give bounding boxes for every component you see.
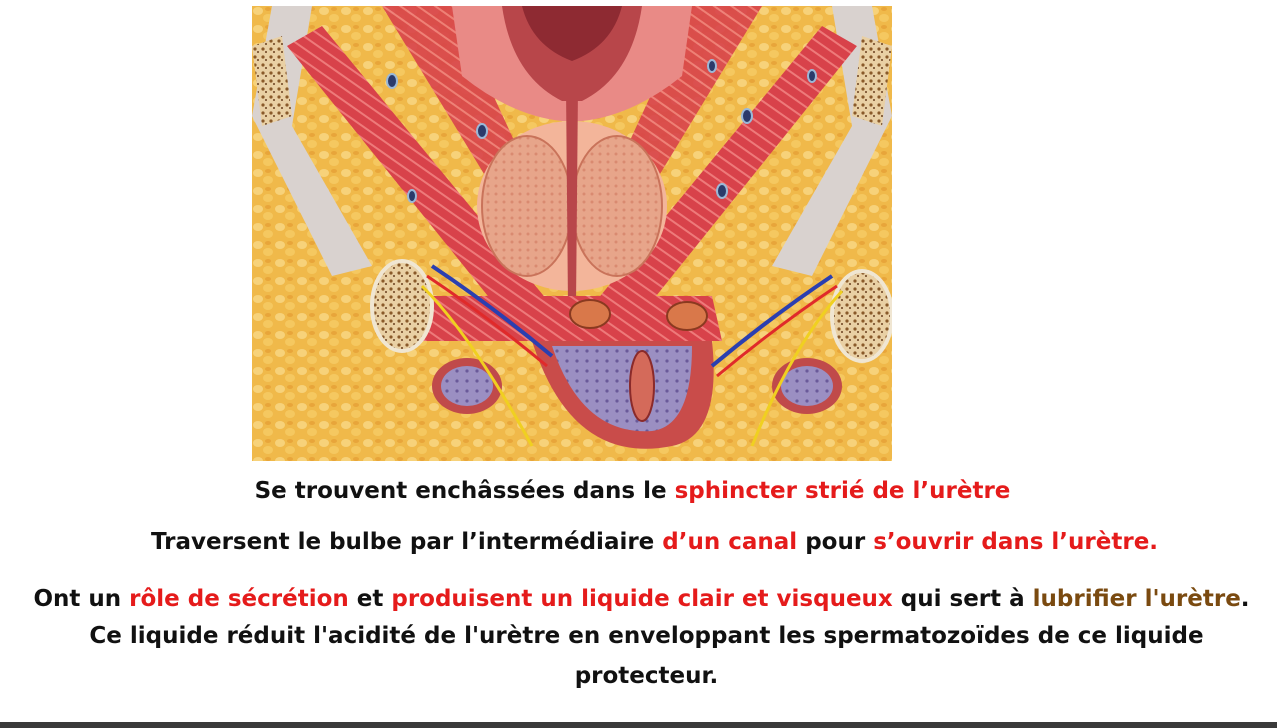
bottom-divider xyxy=(0,722,1277,728)
line3-text-c: et xyxy=(348,586,392,612)
text-line-1: Se trouvent enchâssées dans le sphincter… xyxy=(0,478,1271,504)
line3-text-g: . xyxy=(1240,586,1250,612)
line2-highlight-open: s’ouvrir dans l’urètre. xyxy=(873,529,1159,555)
line3-highlight-liquid: produisent un liquide clair et visqueux xyxy=(391,586,893,612)
line2-text-c: pour xyxy=(797,529,874,555)
line1-highlight: sphincter strié de l’urètre xyxy=(674,478,1011,504)
line3-highlight-secretion: rôle de sécrétion xyxy=(129,586,349,612)
text-line-5: protecteur. xyxy=(574,663,719,689)
text-line-3: Ont un rôle de sécrétion et produisent u… xyxy=(3,586,1277,612)
text-line-4: Ce liquide réduit l'acidité de l'urètre … xyxy=(89,623,1204,649)
text-line-2: Traversent le bulbe par l’intermédiaire … xyxy=(16,529,1277,555)
line3-text-a: Ont un xyxy=(33,586,130,612)
line1-text: Se trouvent enchâssées dans le xyxy=(254,478,675,504)
line3-text-e: qui sert à xyxy=(892,586,1033,612)
line2-highlight-canal: d’un canal xyxy=(662,529,798,555)
line3-highlight-lubricate: lubrifier l'urètre xyxy=(1032,586,1241,612)
anatomy-illustration xyxy=(252,6,892,461)
pelvic-cross-section-drawing xyxy=(252,6,892,461)
line2-text-a: Traversent le bulbe par l’intermédiaire xyxy=(150,529,663,555)
